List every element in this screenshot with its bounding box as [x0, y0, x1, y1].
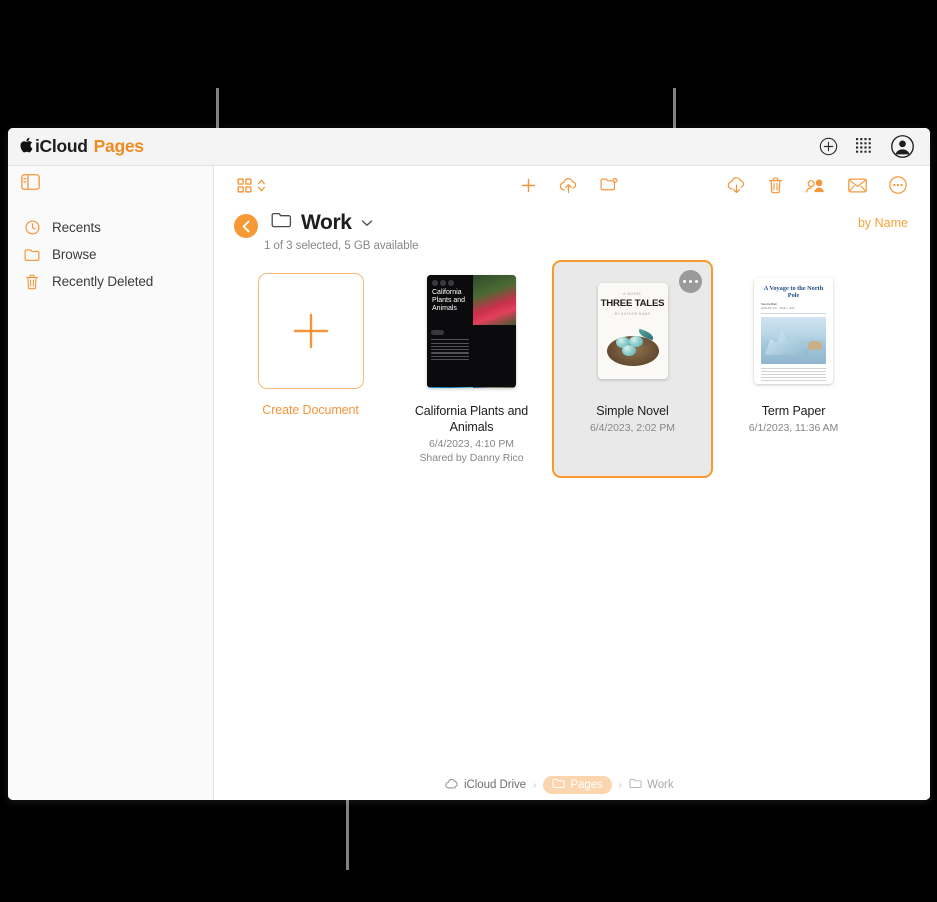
create-thumb-wrap [230, 272, 391, 390]
document-modified-date: 6/4/2023, 2:02 PM [590, 422, 675, 434]
cover-kicker-text: A NOVEL [623, 292, 642, 296]
cover-meta-text: ENGLISH 202 · JUNE 1, 2023 [761, 307, 795, 310]
document-thumbnail-california: California Plants and Animals [427, 274, 516, 388]
more-ellipsis-icon[interactable] [889, 176, 907, 194]
thumbnail-wrap: A Voyage to the North Pole Sandra Blair … [713, 272, 874, 390]
app-header-bar: iCloud Pages [8, 128, 930, 166]
brand-logo: iCloud Pages [20, 136, 144, 157]
delete-trash-icon[interactable] [768, 177, 783, 194]
sidebar-item-label: Browse [52, 247, 97, 262]
breadcrumb-item-icloud-drive[interactable]: iCloud Drive [445, 778, 527, 792]
sidebar-item-recents[interactable]: Recents [8, 214, 213, 241]
cover-body-lines [431, 339, 470, 361]
page-title: Work [301, 211, 352, 234]
breadcrumb-item-label: Work [647, 779, 674, 791]
callout-line-breadcrumb-drop-target [346, 790, 349, 870]
document-card-term-paper[interactable]: A Voyage to the North Pole Sandra Blair … [713, 260, 874, 478]
cover-title-block: California Plants and Animals [427, 274, 474, 326]
document-modified-date: 6/1/2023, 11:36 AM [748, 422, 839, 434]
cover-text-block [427, 325, 474, 388]
breadcrumb: iCloud Drive › Pages › Work [420, 770, 930, 800]
egg-shape [621, 345, 636, 356]
sidebar-item-recently-deleted[interactable]: Recently Deleted [8, 268, 213, 295]
view-controls [237, 177, 266, 193]
create-document-label: Create Document [262, 403, 359, 417]
breadcrumb-separator: › [533, 779, 537, 791]
polar-bear-shape [808, 340, 822, 350]
cover-rule [761, 312, 826, 314]
cover-byline-text: Sandra Blair [761, 301, 777, 306]
sort-chevrons-icon[interactable] [257, 178, 266, 193]
share-person-icon[interactable] [805, 177, 826, 194]
mail-icon[interactable] [848, 178, 867, 193]
new-folder-icon[interactable] [600, 177, 618, 193]
document-shared-by: Shared by Danny Rico [419, 452, 524, 464]
cover-photo-iceberg [761, 316, 826, 364]
create-document-placeholder [257, 273, 364, 389]
new-document-icon[interactable] [520, 177, 537, 194]
folder-title-row[interactable]: Work [271, 211, 373, 235]
document-thumbnail-term-paper: A Voyage to the North Pole Sandra Blair … [754, 278, 833, 384]
folder-header: Work 1 of 3 selected, 5 GB available by … [214, 208, 930, 256]
trash-icon [23, 274, 41, 290]
document-title: Simple Novel [596, 404, 669, 418]
document-card-simple-novel[interactable]: A NOVEL THREE TALES BY AUTHOR NAME Simpl… [552, 260, 713, 478]
sort-order-button[interactable]: by Name [858, 216, 908, 230]
sidebar: Recents Browse Recently Deleted [8, 166, 214, 800]
grid-view-icon[interactable] [237, 177, 252, 193]
cover-title-text: A Voyage to the North Pole [763, 285, 824, 299]
cover-title-text: THREE TALES [600, 298, 665, 309]
breadcrumb-item-label: Pages [570, 779, 603, 791]
cover-body-lines [761, 367, 826, 384]
breadcrumb-item-work[interactable]: Work [629, 778, 674, 792]
download-cloud-icon[interactable] [727, 176, 746, 194]
document-title: Term Paper [761, 404, 826, 418]
app-header-actions [819, 135, 914, 158]
content-toolbar [214, 166, 930, 204]
document-grid: Create Document California Plants and Anim… [230, 260, 930, 478]
more-ellipsis-icon[interactable] [679, 270, 702, 293]
cover-subtitle-text: BY AUTHOR NAME [614, 312, 651, 316]
cover-title-text: California Plants and Animals [432, 288, 466, 312]
clock-icon [23, 220, 41, 235]
add-circle-icon[interactable] [819, 137, 838, 156]
folder-icon [552, 778, 565, 792]
cloud-icon [445, 778, 459, 792]
apple-logo-icon [20, 137, 33, 156]
brand-app-text: Pages [93, 136, 144, 156]
account-avatar-icon[interactable] [891, 135, 914, 158]
breadcrumb-item-pages[interactable]: Pages [543, 776, 612, 794]
breadcrumb-item-label: iCloud Drive [464, 779, 527, 791]
document-thumbnail-simple-novel: A NOVEL THREE TALES BY AUTHOR NAME [597, 283, 668, 379]
folder-icon [271, 212, 292, 234]
sidebar-nav-list: Recents Browse Recently Deleted [8, 214, 213, 295]
create-actions [520, 177, 618, 194]
cover-pill [431, 330, 444, 336]
cover-badges [432, 279, 469, 286]
breadcrumb-separator: › [618, 779, 623, 791]
folder-icon [23, 248, 41, 262]
selection-status-text: 1 of 3 selected, 5 GB available [264, 240, 419, 252]
iceberg-shape [765, 331, 809, 355]
create-document-tile[interactable]: Create Document [230, 260, 391, 478]
document-card-california[interactable]: California Plants and Animals California… [391, 260, 552, 478]
cover-photo-flower [473, 274, 516, 326]
sidebar-toggle-icon[interactable] [21, 174, 40, 195]
icloud-pages-window: iCloud Pages Recents Browse Recently Del… [8, 128, 930, 800]
sidebar-item-label: Recents [52, 220, 101, 235]
selection-actions [727, 176, 907, 194]
brand-icloud-text: iCloud [35, 136, 88, 156]
upload-cloud-icon[interactable] [559, 177, 578, 194]
sidebar-item-label: Recently Deleted [52, 274, 154, 289]
cover-photo-nest [602, 319, 664, 373]
document-title: California Plants and Animals [414, 404, 529, 434]
chevron-down-icon[interactable] [361, 214, 373, 232]
folder-icon [629, 778, 642, 792]
content-pane: Work 1 of 3 selected, 5 GB available by … [214, 166, 930, 800]
thumbnail-wrap: California Plants and Animals [391, 272, 552, 390]
document-modified-date: 6/4/2023, 4:10 PM [429, 438, 514, 450]
back-button[interactable] [234, 214, 258, 238]
sidebar-item-browse[interactable]: Browse [8, 241, 213, 268]
apps-grid-icon[interactable] [855, 137, 874, 156]
